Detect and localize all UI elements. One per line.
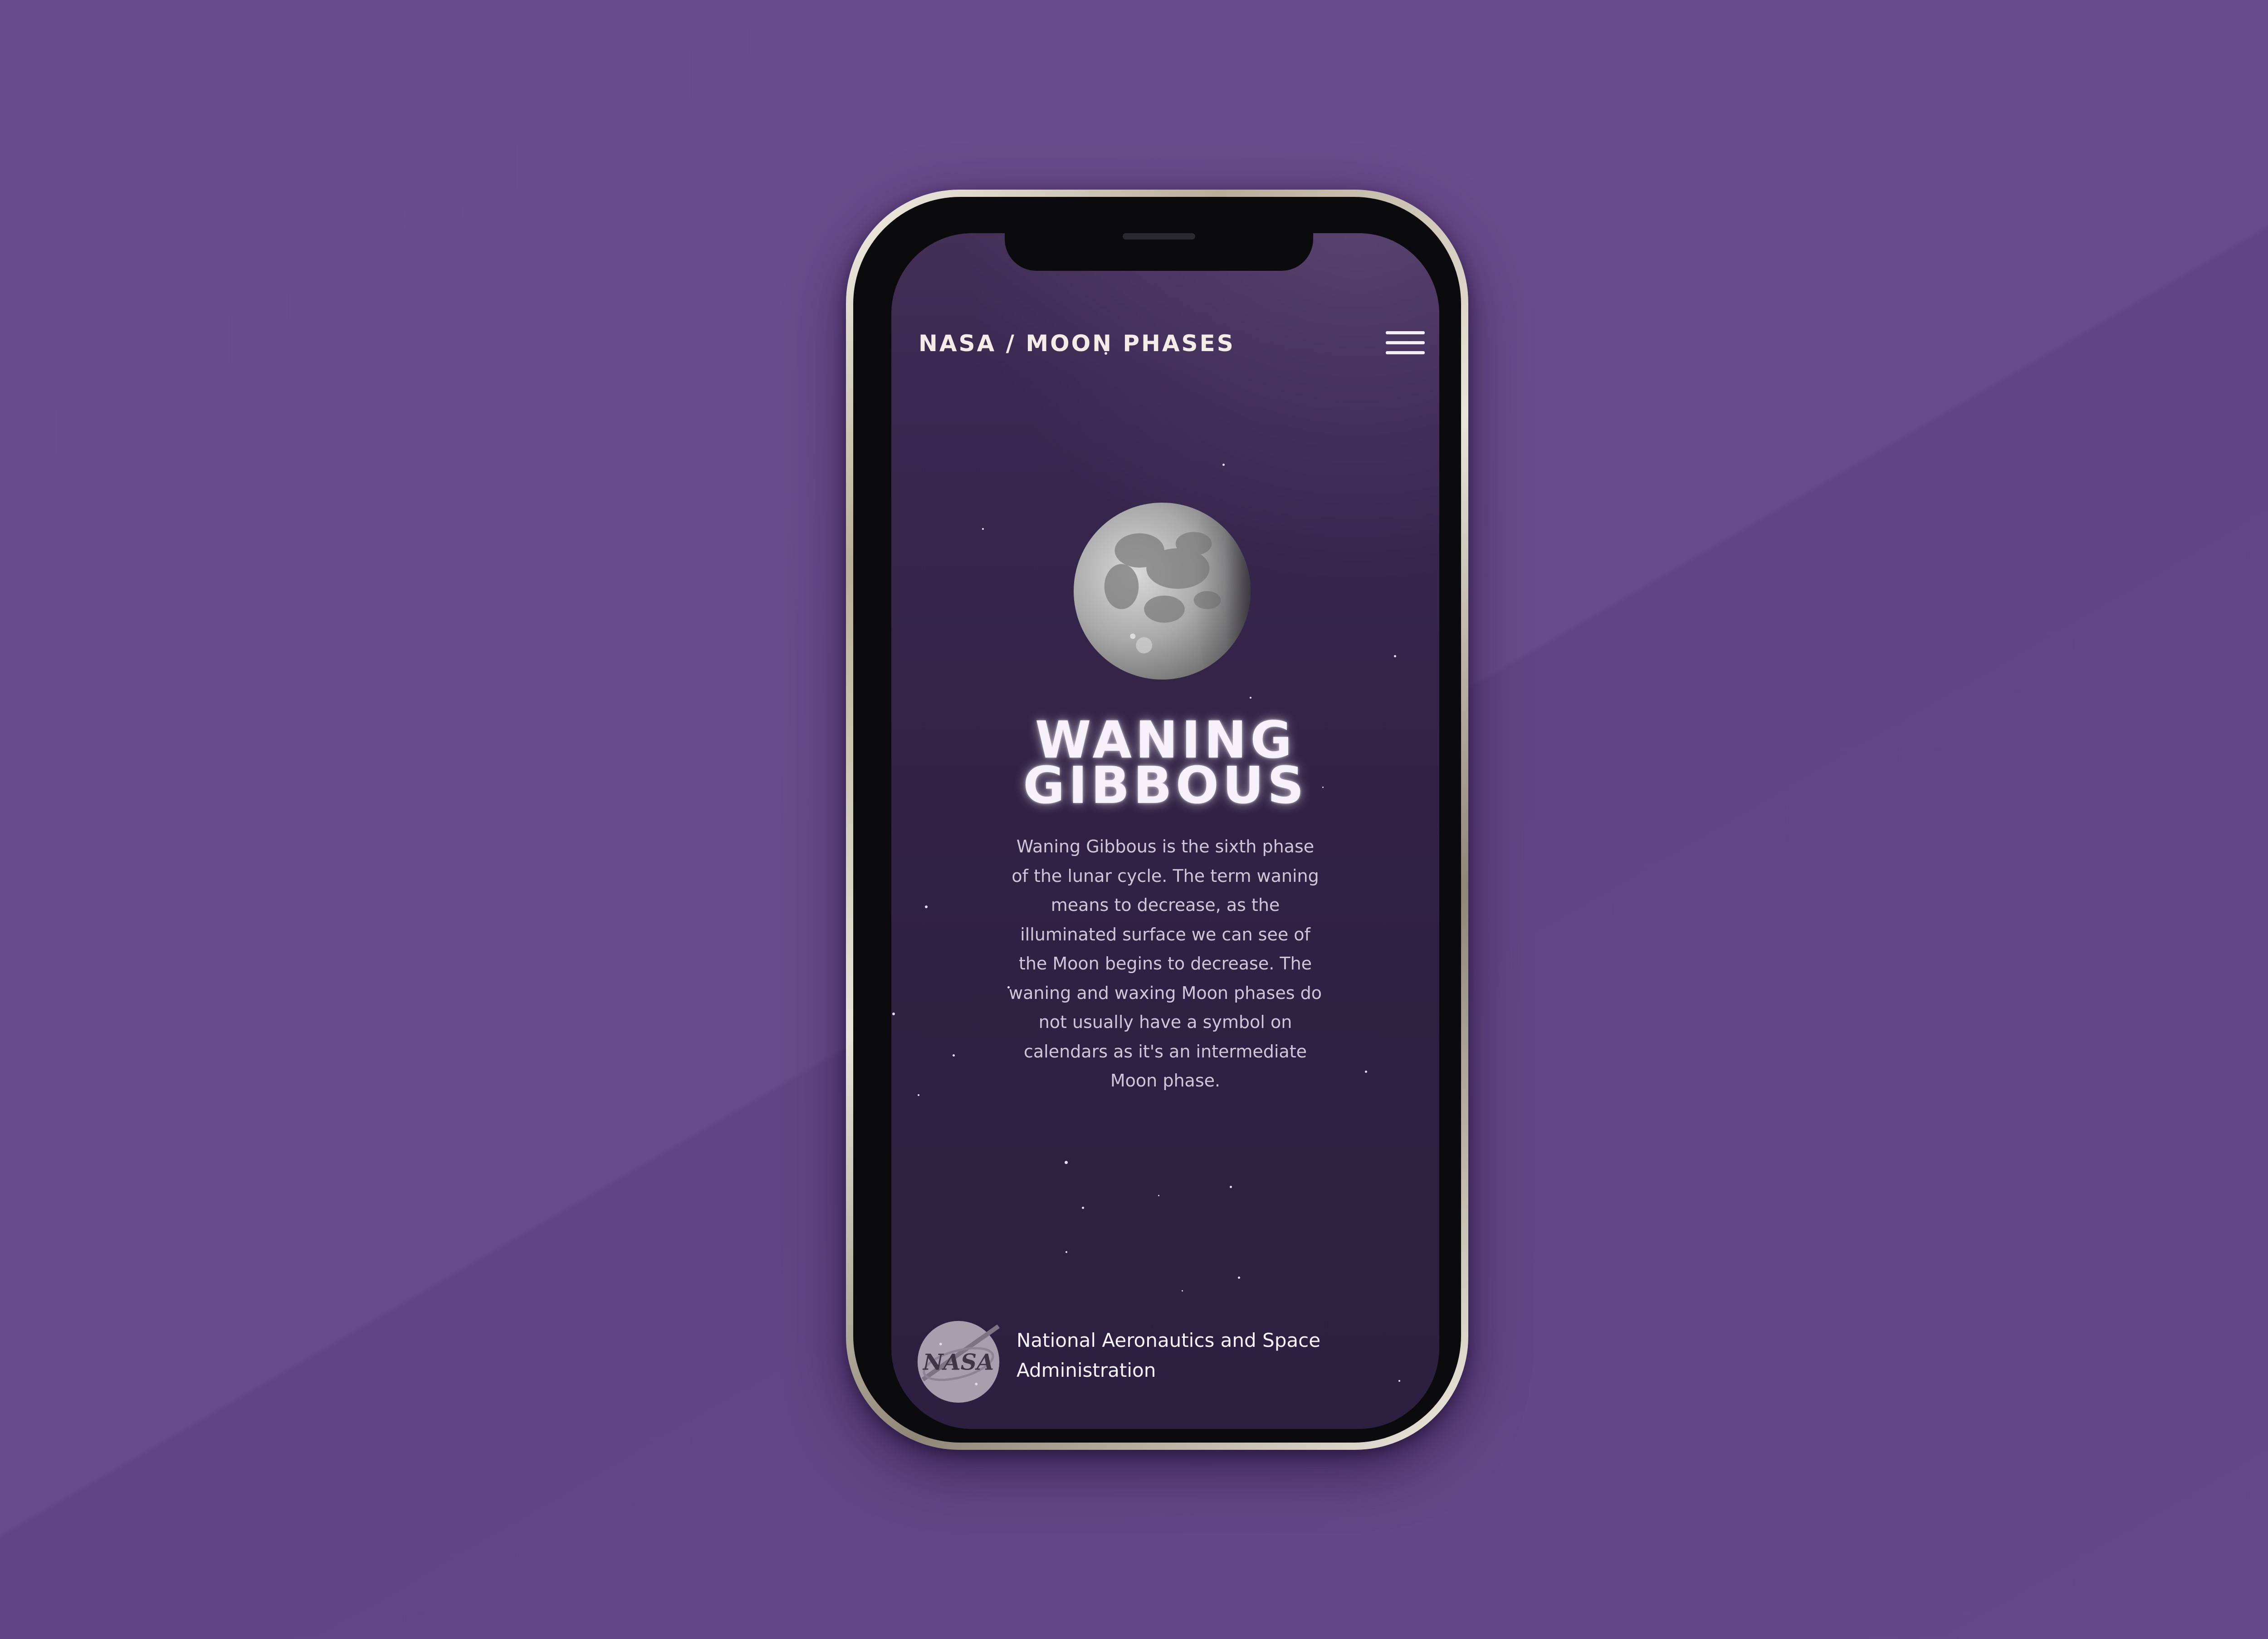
- star: [1182, 1290, 1183, 1292]
- speaker-grille: [1123, 233, 1195, 240]
- star: [892, 1013, 895, 1015]
- star: [1082, 1207, 1084, 1209]
- star: [1394, 655, 1396, 657]
- star: [925, 905, 928, 908]
- star: [918, 1094, 919, 1096]
- phone-notch: [1005, 223, 1313, 271]
- phone-bezel: NASA / MOON PHASES WANING GIBBOUS Waning…: [853, 197, 1461, 1443]
- star: [1398, 1380, 1400, 1382]
- star: [1065, 1161, 1068, 1164]
- hamburger-menu-icon[interactable]: [1386, 328, 1425, 357]
- phase-title: WANING GIBBOUS: [984, 715, 1347, 815]
- star: [1222, 464, 1225, 466]
- menu-bar: [1386, 351, 1425, 354]
- menu-bar: [1386, 341, 1425, 344]
- phone-screen: NASA / MOON PHASES WANING GIBBOUS Waning…: [891, 233, 1439, 1429]
- star: [982, 528, 984, 530]
- star: [1238, 1277, 1240, 1279]
- phase-description: Waning Gibbous is the sixth phase of the…: [1009, 837, 1322, 1091]
- menu-bar: [1386, 331, 1425, 334]
- star: [1250, 697, 1251, 699]
- star: [1365, 1071, 1367, 1073]
- nasa-logo[interactable]: NASA: [914, 1317, 1003, 1406]
- nasa-logo-text: NASA: [922, 1349, 994, 1375]
- star: [1230, 1186, 1232, 1188]
- star: [1158, 1195, 1159, 1196]
- phone-frame: NASA / MOON PHASES WANING GIBBOUS Waning…: [846, 190, 1468, 1450]
- phase-title-line2: GIBBOUS: [1023, 756, 1308, 815]
- agency-name: National Aeronautics and Space Administr…: [1017, 1329, 1321, 1381]
- star: [1066, 1251, 1067, 1253]
- moon-image: [1073, 502, 1251, 680]
- site-title[interactable]: NASA / MOON PHASES: [919, 330, 1235, 357]
- star: [953, 1054, 955, 1057]
